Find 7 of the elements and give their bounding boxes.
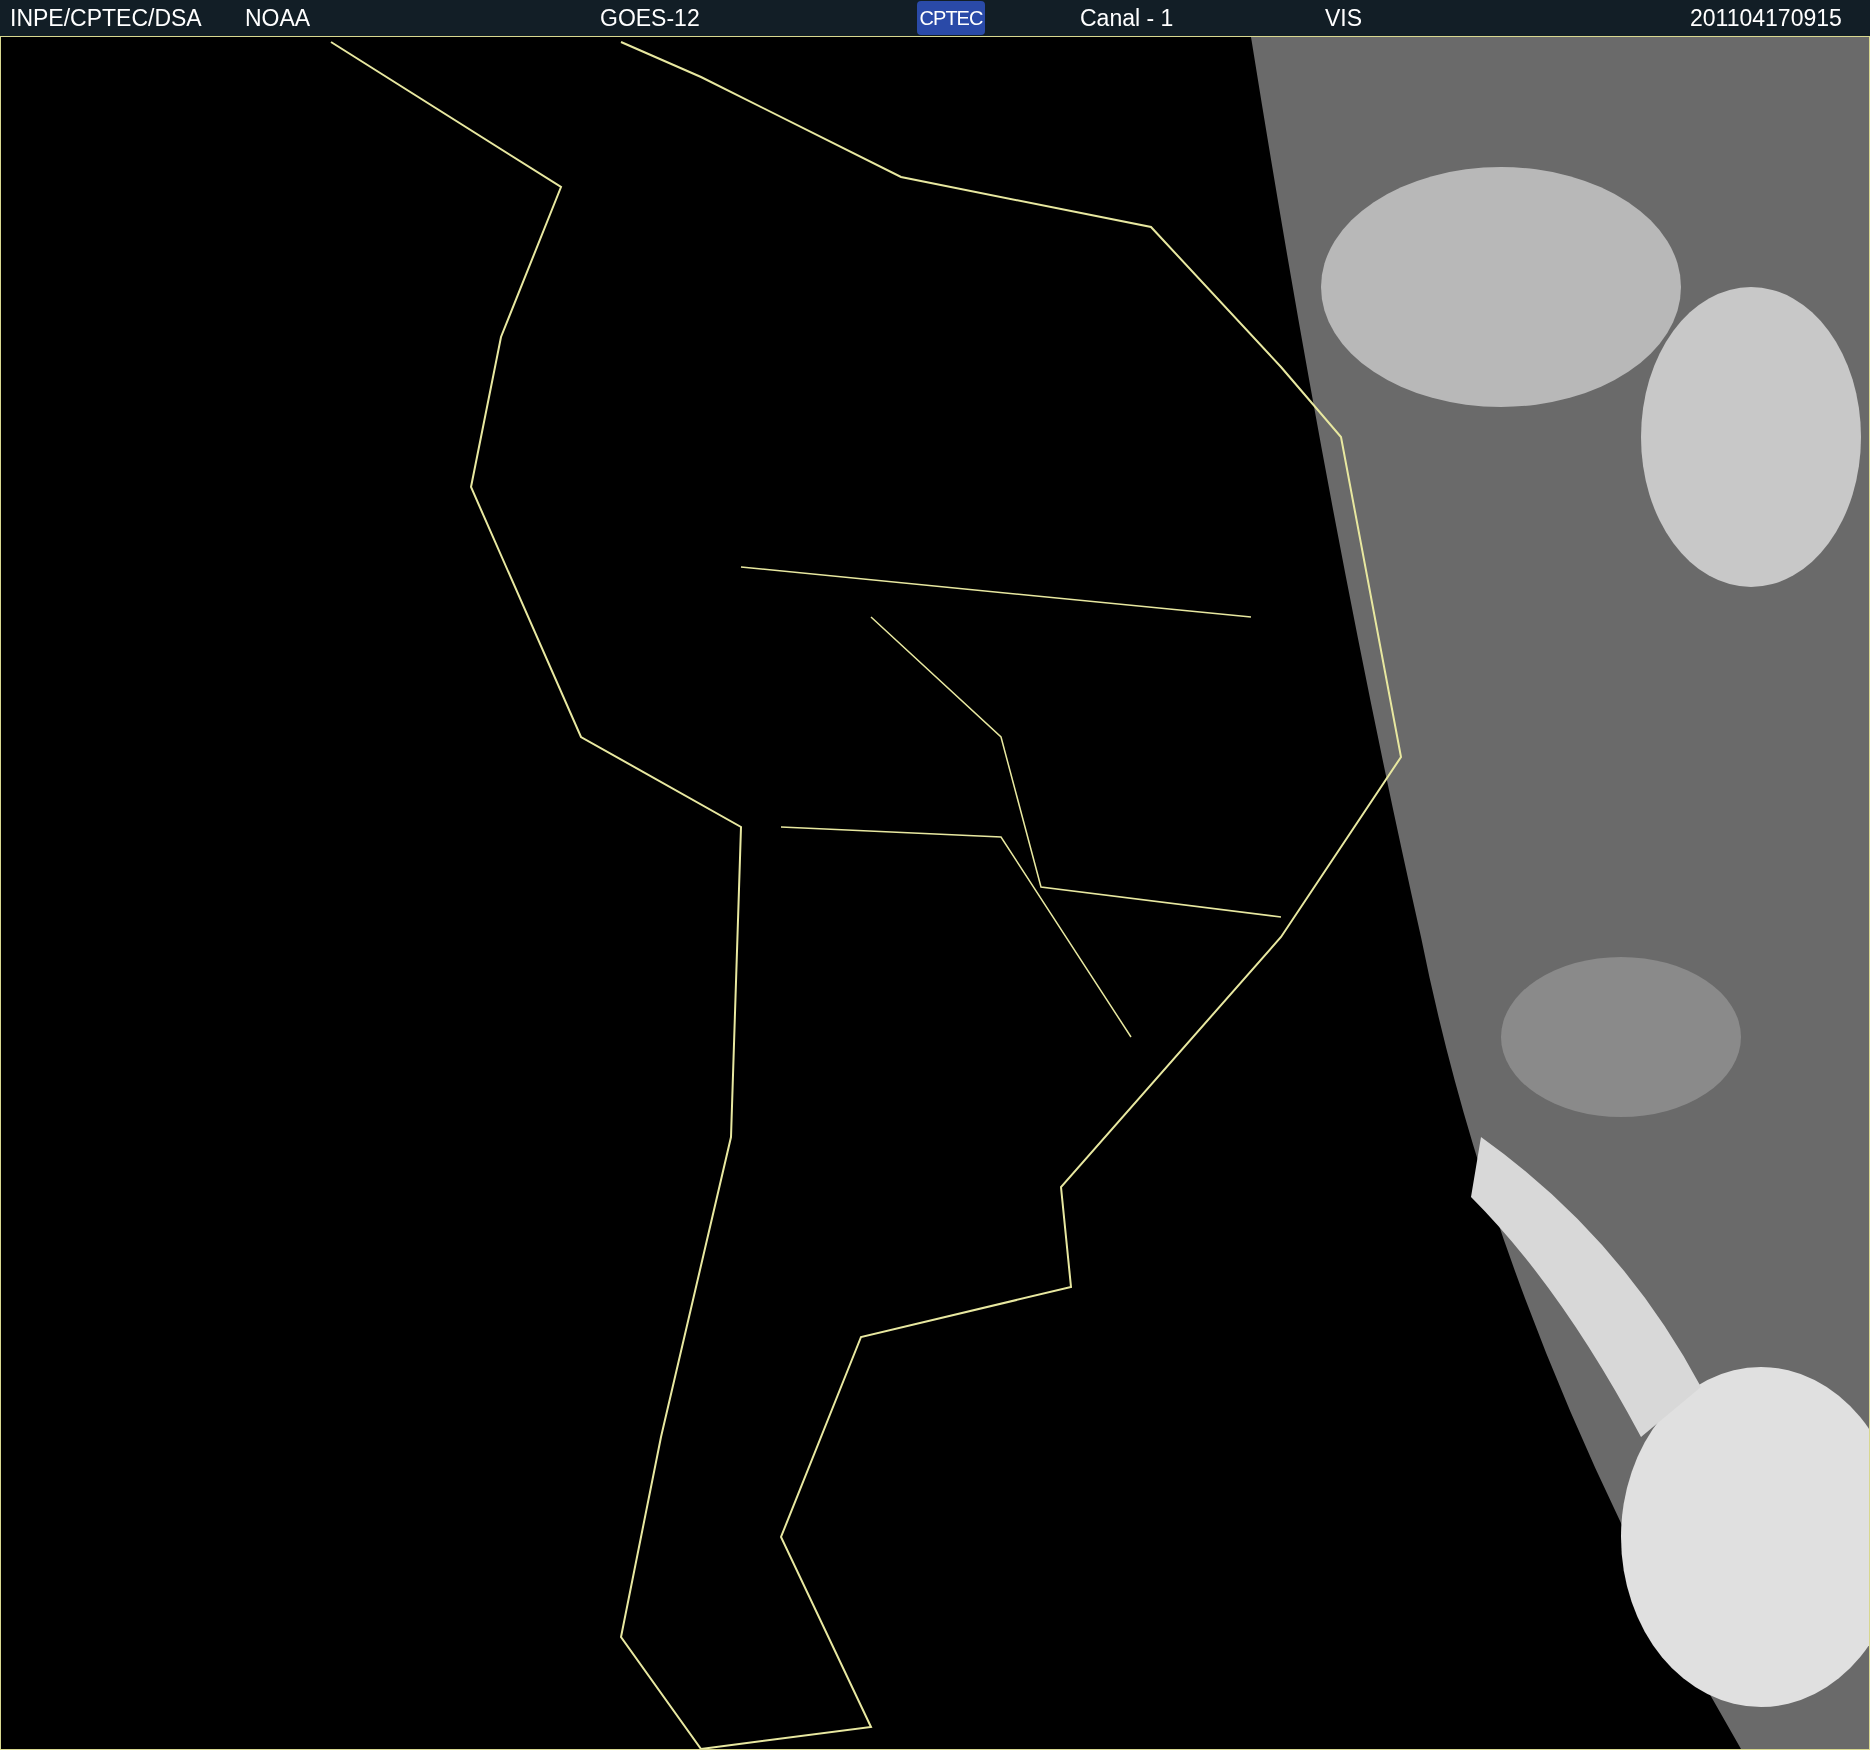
header-label: NOAA [245, 4, 311, 32]
header-label: 201104170915 [1690, 4, 1842, 32]
header-label: INPE/CPTEC/DSA [10, 4, 202, 32]
logo: CPTEC [917, 1, 985, 35]
header-label: Canal - 1 [1080, 4, 1174, 32]
header-label: VIS [1325, 4, 1363, 32]
header-label: GOES-12 [600, 4, 700, 32]
